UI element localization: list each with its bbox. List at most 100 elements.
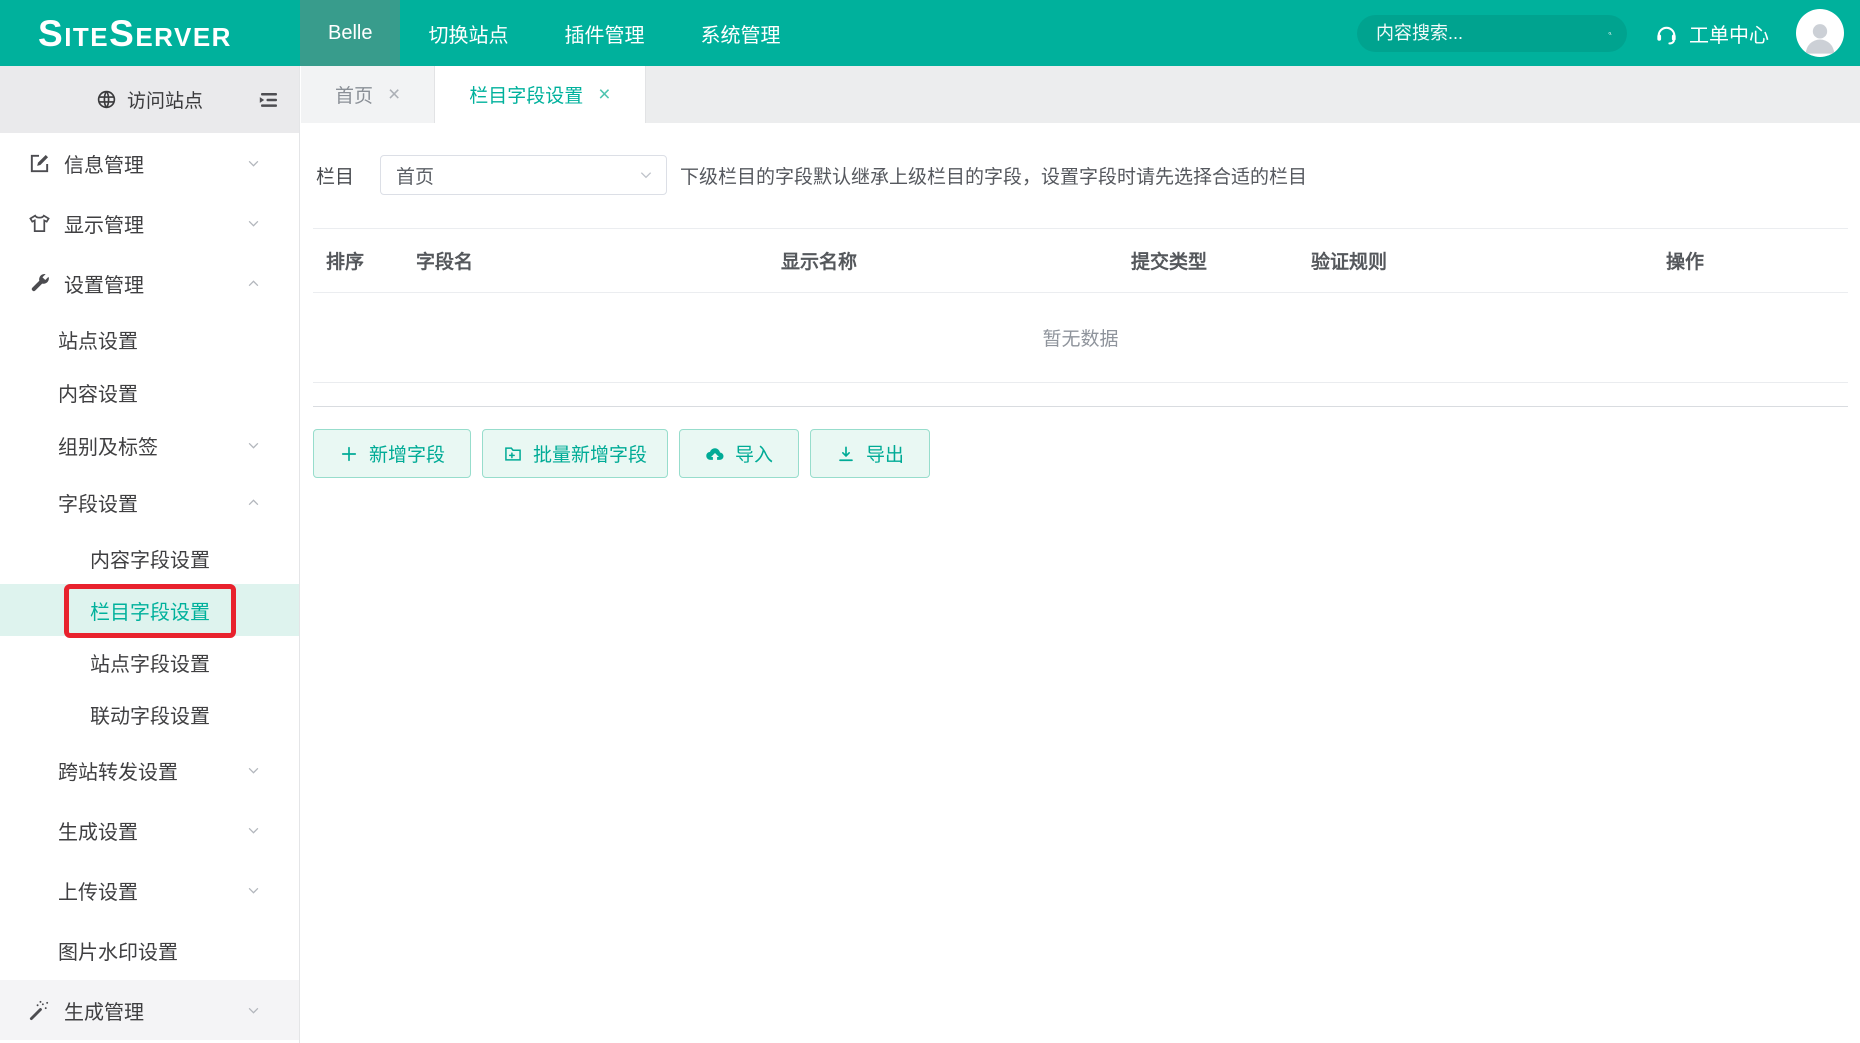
top-navigation: Belle 切换站点 插件管理 系统管理	[300, 0, 808, 66]
cloud-upload-icon	[705, 444, 725, 464]
chevron-down-icon	[246, 763, 261, 778]
sidebar-item-label: 信息管理	[64, 149, 144, 178]
import-button[interactable]: 导入	[679, 429, 799, 478]
channel-select[interactable]: 首页	[380, 155, 667, 195]
sidebar-item-site-field-settings[interactable]: 站点字段设置	[0, 636, 299, 688]
channel-label: 栏目	[316, 162, 354, 189]
plus-icon	[339, 444, 359, 464]
person-icon	[1800, 17, 1840, 57]
sidebar-item-generate-settings[interactable]: 生成设置	[0, 800, 299, 860]
export-button[interactable]: 导出	[810, 429, 930, 478]
nav-item-plugin-management[interactable]: 插件管理	[536, 0, 672, 66]
sidebar-item-linked-field-settings[interactable]: 联动字段设置	[0, 688, 299, 740]
chevron-down-icon	[246, 883, 261, 898]
channel-hint-text: 下级栏目的字段默认继承上级栏目的字段，设置字段时请先选择合适的栏目	[680, 162, 1307, 189]
sidebar-menu: 信息管理 显示管理 设置管理	[0, 133, 299, 1040]
ticket-center-label: 工单中心	[1689, 19, 1769, 48]
visit-site-button[interactable]: 访问站点	[0, 66, 299, 133]
tshirt-icon	[28, 212, 51, 235]
sidebar-item-display-management[interactable]: 显示管理	[0, 193, 299, 253]
sidebar-item-label: 生成管理	[64, 996, 144, 1025]
chevron-up-icon	[246, 495, 261, 510]
wrench-icon	[28, 272, 51, 295]
nav-item-system-management[interactable]: 系统管理	[672, 0, 808, 66]
sidebar-item-label: 内容字段设置	[90, 544, 210, 573]
topbar-right: 工单中心	[1357, 0, 1860, 66]
batch-add-fields-button[interactable]: 批量新增字段	[482, 429, 668, 478]
column-header-display-name: 显示名称	[768, 229, 1118, 293]
empty-state-row: 暂无数据	[313, 293, 1848, 383]
sidebar-item-label: 生成设置	[58, 816, 138, 845]
tab-label: 首页	[335, 81, 373, 108]
download-icon	[836, 444, 856, 464]
tab-home[interactable]: 首页 ×	[301, 66, 435, 123]
channel-select-value: 首页	[396, 162, 434, 189]
tab-strip: 首页 × 栏目字段设置 ×	[301, 66, 1860, 123]
sidebar-item-content-settings[interactable]: 内容设置	[0, 366, 299, 419]
chevron-down-icon	[246, 156, 261, 171]
chevron-down-icon	[638, 167, 654, 183]
sidebar-item-image-watermark-settings[interactable]: 图片水印设置	[0, 920, 299, 980]
sidebar-item-label: 图片水印设置	[58, 936, 178, 965]
folder-add-icon	[503, 444, 523, 464]
sidebar-item-channel-field-settings[interactable]: 栏目字段设置	[0, 584, 299, 636]
nav-item-switch-site[interactable]: 切换站点	[400, 0, 536, 66]
chevron-down-icon	[246, 216, 261, 231]
column-header-submit-type: 提交类型	[1118, 229, 1298, 293]
empty-state-text: 暂无数据	[313, 293, 1848, 383]
sidebar-item-label: 设置管理	[64, 269, 144, 298]
sidebar-item-label: 栏目字段设置	[90, 596, 210, 625]
table-header-row: 排序 字段名 显示名称 提交类型 验证规则 操作	[313, 229, 1848, 293]
menu-fold-icon[interactable]	[257, 88, 281, 112]
sidebar-item-label: 上传设置	[58, 876, 138, 905]
column-header-actions: 操作	[1653, 229, 1848, 293]
channel-filter-row: 栏目 首页 下级栏目的字段默认继承上级栏目的字段，设置字段时请先选择合适的栏目	[313, 155, 1848, 195]
column-header-sort: 排序	[313, 229, 403, 293]
nav-item-belle[interactable]: Belle	[300, 0, 400, 66]
visit-site-label: 访问站点	[127, 86, 203, 113]
sidebar-item-label: 跨站转发设置	[58, 756, 178, 785]
content-search-box	[1357, 15, 1627, 52]
headset-icon	[1654, 21, 1679, 46]
sidebar-item-content-field-settings[interactable]: 内容字段设置	[0, 532, 299, 584]
search-input[interactable]	[1376, 23, 1608, 44]
button-label: 批量新增字段	[533, 440, 647, 467]
sidebar-item-label: 内容设置	[58, 378, 138, 407]
globe-icon	[96, 89, 117, 110]
main-area: 首页 × 栏目字段设置 × 栏目 首页 下级栏目的字段默认继承上级栏目的字段，设…	[301, 66, 1860, 1043]
topbar: SiteServer Belle 切换站点 插件管理 系统管理	[0, 0, 1860, 66]
sidebar-item-label: 组别及标签	[58, 431, 158, 460]
siteserver-logo: SiteServer	[0, 0, 300, 66]
column-header-validation-rule: 验证规则	[1298, 229, 1653, 293]
sidebar-item-label: 联动字段设置	[90, 700, 210, 729]
sidebar-item-groups-tags[interactable]: 组别及标签	[0, 419, 299, 472]
sidebar-item-cross-site-forward-settings[interactable]: 跨站转发设置	[0, 740, 299, 800]
logo-text-site: Site	[38, 15, 109, 52]
edit-icon	[28, 152, 51, 175]
table-footer-divider	[313, 383, 1848, 407]
sidebar-item-label: 显示管理	[64, 209, 144, 238]
sidebar-item-settings-management[interactable]: 设置管理	[0, 253, 299, 313]
sidebar-item-field-settings[interactable]: 字段设置	[0, 472, 299, 532]
sidebar-item-site-settings[interactable]: 站点设置	[0, 313, 299, 366]
tab-channel-field-settings[interactable]: 栏目字段设置 ×	[435, 66, 645, 123]
close-icon[interactable]: ×	[388, 84, 400, 105]
sidebar-item-label: 站点设置	[58, 325, 138, 354]
chevron-down-icon	[246, 1003, 261, 1018]
wand-icon	[28, 999, 51, 1022]
sidebar-item-generate-management[interactable]: 生成管理	[0, 980, 299, 1040]
sidebar: 访问站点 信息管理	[0, 66, 300, 1043]
search-icon[interactable]	[1608, 23, 1612, 44]
button-label: 导入	[735, 440, 773, 467]
sidebar-item-upload-settings[interactable]: 上传设置	[0, 860, 299, 920]
sidebar-item-info-management[interactable]: 信息管理	[0, 133, 299, 193]
button-label: 导出	[866, 440, 904, 467]
page-content: 栏目 首页 下级栏目的字段默认继承上级栏目的字段，设置字段时请先选择合适的栏目 …	[301, 155, 1860, 478]
sidebar-item-label: 站点字段设置	[90, 648, 210, 677]
logo-text-server: Server	[109, 15, 232, 52]
ticket-center-link[interactable]: 工单中心	[1654, 19, 1769, 48]
add-field-button[interactable]: 新增字段	[313, 429, 471, 478]
close-icon[interactable]: ×	[598, 84, 610, 105]
action-button-row: 新增字段 批量新增字段 导入	[313, 429, 1848, 478]
avatar[interactable]	[1796, 9, 1844, 57]
